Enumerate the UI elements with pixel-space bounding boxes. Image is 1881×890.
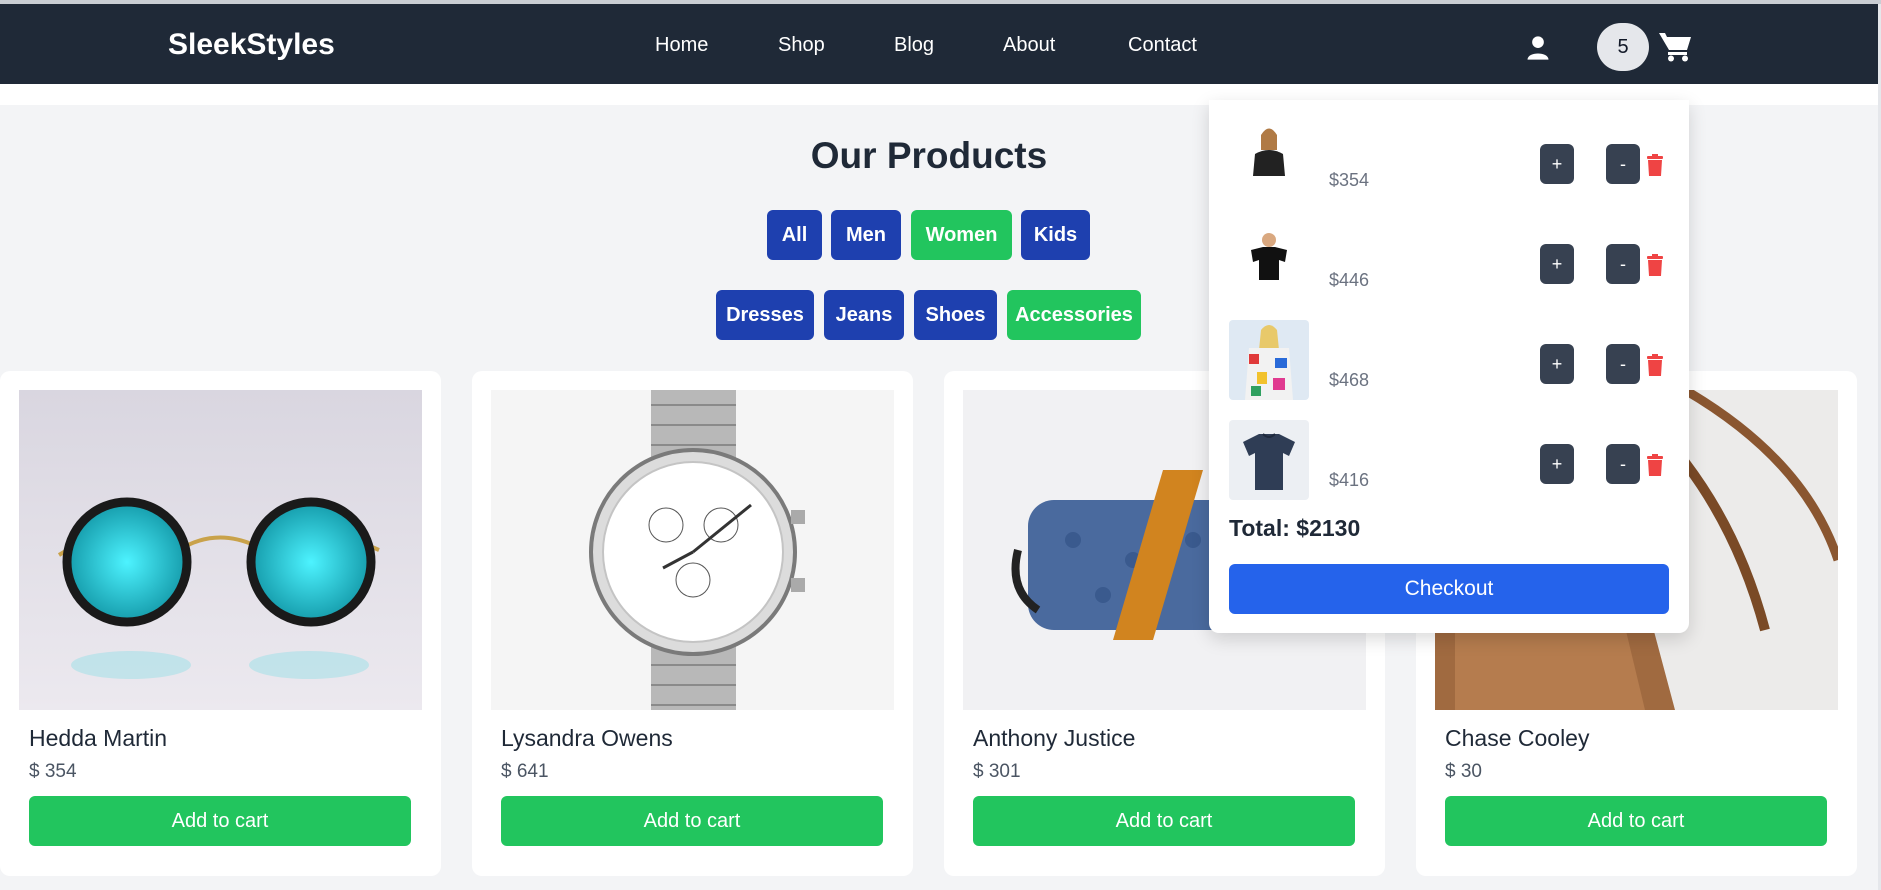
cart-item-price: $354 [1329,170,1370,190]
cart-item: $446 + - [1209,220,1689,310]
top-navbar: SleekStyles Home Shop Blog About Contact [0,4,1878,84]
add-to-cart-button[interactable]: Add to cart [29,796,411,846]
filter-kids[interactable]: Kids [1021,210,1090,260]
increase-quantity-button[interactable]: + [1540,344,1574,384]
cart-total: Total: $2130 [1229,515,1361,541]
cart-dropdown: $354 + - $446 + - $468 + - $416 + - Tota… [1209,100,1689,633]
product-name: Anthony Justice [973,725,1136,751]
decrease-quantity-button[interactable]: - [1606,144,1640,184]
shopping-cart-icon[interactable] [1658,30,1692,62]
cart-item-price: $416 [1329,470,1370,490]
filter-jeans[interactable]: Jeans [824,290,904,340]
product-card: Lysandra Owens $ 641 Add to cart [472,371,913,876]
filter-accessories[interactable]: Accessories [1007,290,1141,340]
trash-icon[interactable] [1645,154,1665,176]
brand-logo[interactable]: SleekStyles [168,28,335,62]
product-image-watch[interactable] [491,390,894,710]
cart-item-price: $468 [1329,370,1370,390]
cart-item-image [1229,220,1309,300]
product-price: $ 354 [29,761,77,782]
cart-item: $468 + - [1209,320,1689,410]
product-price: $ 30 [1445,761,1482,782]
trash-icon[interactable] [1645,454,1665,476]
cart-item: $416 + - [1209,420,1689,510]
filter-women[interactable]: Women [911,210,1012,260]
cart-item: $354 + - [1209,120,1689,210]
increase-quantity-button[interactable]: + [1540,144,1574,184]
increase-quantity-button[interactable]: + [1540,444,1574,484]
trash-icon[interactable] [1645,254,1665,276]
nav-link-about[interactable]: About [1003,34,1055,57]
decrease-quantity-button[interactable]: - [1606,444,1640,484]
nav-link-shop[interactable]: Shop [778,34,825,57]
checkout-button[interactable]: Checkout [1229,564,1669,614]
filter-men[interactable]: Men [831,210,901,260]
cart-item-image [1229,120,1309,200]
product-card: Hedda Martin $ 354 Add to cart [0,371,441,876]
nav-link-blog[interactable]: Blog [894,34,934,57]
decrease-quantity-button[interactable]: - [1606,344,1640,384]
add-to-cart-button[interactable]: Add to cart [973,796,1355,846]
filter-shoes[interactable]: Shoes [914,290,997,340]
trash-icon[interactable] [1645,354,1665,376]
cart-item-price: $446 [1329,270,1370,290]
add-to-cart-button[interactable]: Add to cart [501,796,883,846]
filter-all[interactable]: All [767,210,822,260]
product-name: Hedda Martin [29,725,168,751]
nav-link-home[interactable]: Home [655,34,708,57]
user-icon[interactable] [1524,34,1552,62]
add-to-cart-button[interactable]: Add to cart [1445,796,1827,846]
product-image-sunglasses[interactable] [19,390,422,710]
increase-quantity-button[interactable]: + [1540,244,1574,284]
cart-item-image [1229,320,1309,400]
product-price: $ 301 [973,761,1021,782]
product-name: Chase Cooley [1445,725,1590,751]
nav-link-contact[interactable]: Contact [1128,34,1197,57]
decrease-quantity-button[interactable]: - [1606,244,1640,284]
product-name: Lysandra Owens [501,725,673,751]
product-price: $ 641 [501,761,549,782]
cart-item-image [1229,420,1309,500]
cart-quantity-input[interactable] [1597,23,1649,71]
filter-dresses[interactable]: Dresses [716,290,814,340]
